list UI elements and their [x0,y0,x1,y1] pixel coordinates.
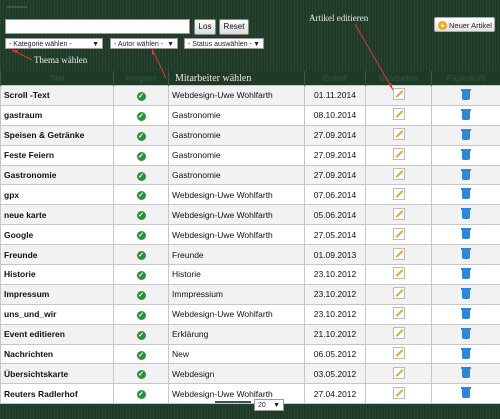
arrow-to-edit-column [354,23,394,91]
annotation-arrows [11,23,394,91]
arrowhead-edit [388,83,393,90]
